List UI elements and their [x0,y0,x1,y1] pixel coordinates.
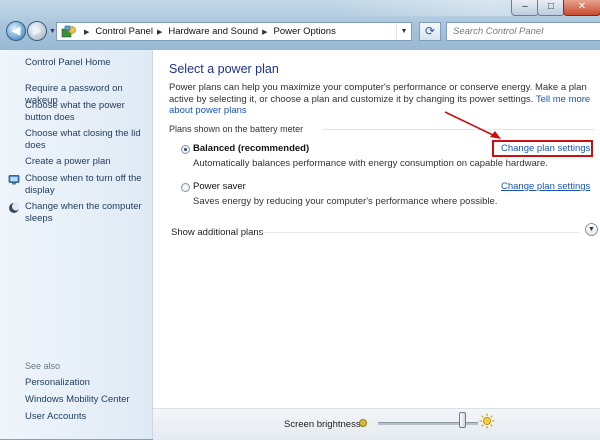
see-also-heading: See also [25,361,61,371]
monitor-icon [8,175,20,185]
balanced-radio[interactable] [181,145,190,154]
breadcrumb-hardware-and-sound[interactable]: Hardware and Sound [168,26,258,37]
sidebar-item-turn-off-display[interactable]: Choose when to turn off the display [25,173,149,196]
sidebar-item-closing-lid[interactable]: Choose what closing the lid does [25,128,149,151]
additional-divider [261,232,579,233]
annotation-highlight-box [492,140,593,157]
refresh-icon: ⟳ [424,24,436,38]
annotation-arrow-icon [444,111,501,139]
dim-sun-icon [359,419,367,427]
plans-group-label: Plans shown on the battery meter [169,124,304,134]
show-additional-plans-label[interactable]: Show additional plans [171,227,263,238]
page-description: Power plans can help you maximize your c… [169,82,595,117]
window-chrome: – □ ✕ ◀ ▶ ▼ ▶ Control Panel ▶ Hardware a… [0,0,600,50]
maximize-button[interactable]: □ [537,0,565,16]
refresh-button[interactable]: ⟳ [419,22,441,41]
back-button[interactable]: ◀ [6,21,26,41]
main-content: Select a power plan Power plans can help… [153,50,600,440]
expand-chevron-icon[interactable]: ▼ [585,223,598,236]
search-input[interactable] [453,26,588,37]
recent-pages-dropdown[interactable]: ▼ [49,28,56,35]
address-dropdown-icon[interactable]: ▼ [396,23,411,40]
power-saver-plan-name[interactable]: Power saver [193,181,246,192]
balanced-plan-name[interactable]: Balanced (recommended) [193,143,309,154]
power-saver-change-settings-link[interactable]: Change plan settings [501,181,590,192]
brightness-bar: Screen brightness: [153,408,600,440]
bright-sun-icon [479,413,495,429]
sidebar: Control Panel Home Require a password on… [0,50,153,439]
page-title: Select a power plan [169,62,279,76]
see-also-user-accounts[interactable]: User Accounts [25,411,149,423]
sidebar-item-power-button[interactable]: Choose what the power button does [25,100,149,123]
breadcrumb-separator-icon[interactable]: ▶ [157,28,162,36]
forward-arrow-icon: ▶ [32,25,42,37]
power-saver-radio[interactable] [181,183,190,192]
control-panel-icon [61,25,76,37]
breadcrumb-separator-icon[interactable]: ▶ [262,28,267,36]
search-box[interactable] [446,22,600,41]
see-also-mobility-center[interactable]: Windows Mobility Center [25,394,149,406]
description-text: Power plans can help you maximize your c… [169,82,587,105]
sidebar-item-computer-sleeps[interactable]: Change when the computer sleeps [25,201,149,224]
sidebar-item-create-plan[interactable]: Create a power plan [25,156,149,168]
breadcrumb-separator-icon[interactable]: ▶ [84,28,89,36]
breadcrumb-control-panel[interactable]: Control Panel [95,26,153,37]
power-saver-plan-description: Saves energy by reducing your computer's… [193,196,498,207]
see-also-personalization[interactable]: Personalization [25,377,149,389]
breadcrumb-power-options[interactable]: Power Options [274,26,336,37]
brightness-slider-thumb[interactable] [458,412,466,428]
address-bar[interactable]: ▶ Control Panel ▶ Hardware and Sound ▶ P… [56,22,412,41]
sidebar-control-panel-home[interactable]: Control Panel Home [25,57,111,69]
forward-button[interactable]: ▶ [27,21,47,41]
back-arrow-icon: ◀ [11,25,21,37]
balanced-plan-description: Automatically balances performance with … [193,158,548,169]
minimize-button[interactable]: – [511,0,539,16]
moon-icon [9,202,20,213]
brightness-label: Screen brightness: [284,419,364,430]
close-button[interactable]: ✕ [563,0,600,16]
